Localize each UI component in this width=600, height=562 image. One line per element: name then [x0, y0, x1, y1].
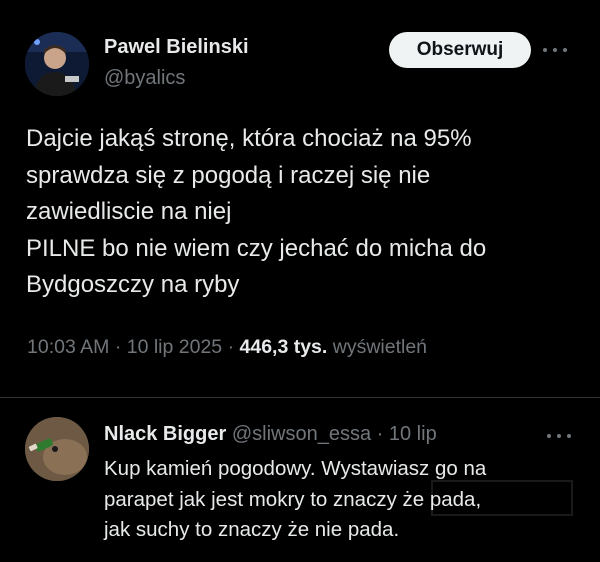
views-label: wyświetleń — [332, 336, 428, 358]
post-meta: 10:03 AM · 10 lip 2025 · 446,3 tys. wyśw… — [27, 336, 427, 359]
reply-author-name[interactable]: Nlack Bigger — [104, 423, 226, 445]
more-horizontal-icon[interactable] — [547, 432, 571, 440]
divider — [0, 397, 600, 398]
reply-author-handle[interactable]: @sliwson_essa — [232, 423, 371, 445]
post-date[interactable]: 10 lip 2025 — [127, 336, 222, 358]
meta-separator: · — [376, 423, 384, 445]
post-time[interactable]: 10:03 AM — [27, 336, 109, 358]
reply-author-avatar[interactable] — [25, 417, 89, 481]
post-text-line: PILNE bo nie wiem czy jechać do micha do — [26, 234, 487, 262]
post-text-line: Dajcie jakąś stronę, która chociaż na 95… — [26, 125, 472, 152]
meta-separator: · — [227, 336, 235, 358]
views-count[interactable]: 446,3 tys. — [240, 336, 328, 358]
watermark — [430, 473, 575, 523]
post-text-line: sprawdza się z pogodą i raczej się nie — [26, 161, 431, 189]
post-author-name[interactable]: Pawel Bielinski — [104, 36, 249, 59]
post-author-handle[interactable]: @byalics — [104, 67, 185, 90]
meta-separator: · — [114, 336, 122, 358]
post-text-line: zawiedliscie na niej — [26, 198, 232, 225]
more-horizontal-icon[interactable] — [543, 46, 567, 54]
post-author-avatar[interactable] — [25, 32, 89, 96]
post-text: Dajcie jakąś stronę, która chociaż na 95… — [26, 121, 586, 304]
reply-header: Nlack Bigger @sliwson_essa · 10 lip — [104, 423, 437, 446]
post-text-line: Bydgoszczy na ryby — [26, 271, 240, 298]
follow-button[interactable]: Obserwuj — [389, 32, 531, 68]
reply-date[interactable]: 10 lip — [389, 423, 437, 445]
